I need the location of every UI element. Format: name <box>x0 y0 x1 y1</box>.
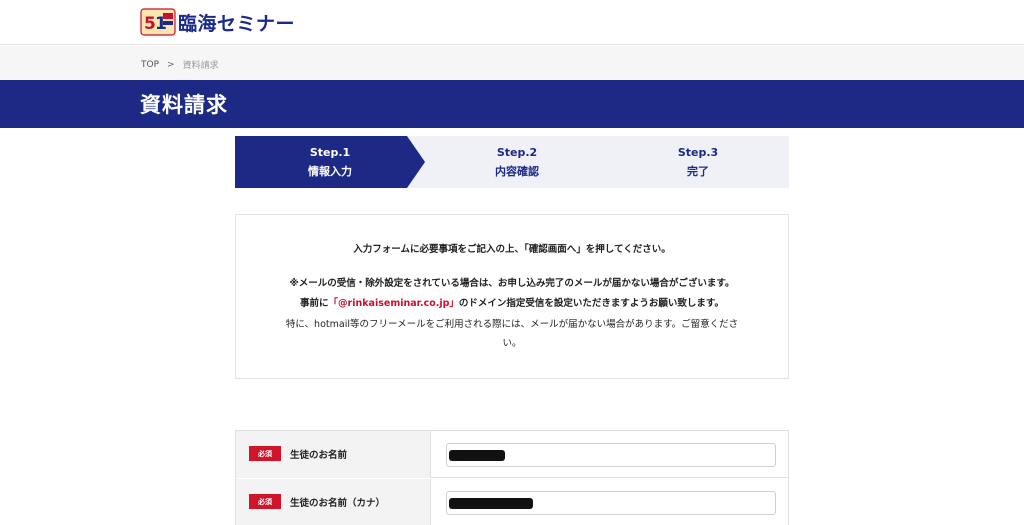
notice-instruction: 入力フォームに必要事項をご記入の上、「確認画面へ」を押してください。 <box>353 244 671 255</box>
row-label: 必須 生徒のお名前 <box>236 431 431 478</box>
required-badge: 必須 <box>249 494 281 509</box>
page-title: 資料請求 <box>140 93 228 117</box>
breadcrumb: TOP > 資料請求 <box>141 58 219 72</box>
chevron-right-icon: > <box>167 59 175 70</box>
notice-domain: 「@rinkaiseminar.co.jp」 <box>328 298 459 309</box>
student-name-input[interactable] <box>446 443 776 467</box>
site-header: 5 1 臨海セミナー <box>0 0 1024 45</box>
field-label-student-name-kana: 生徒のお名前（カナ） <box>290 498 386 509</box>
step-2-label: 内容確認 <box>495 165 539 178</box>
notice-freemail-warning-cont: い。 <box>502 338 522 349</box>
form-row-student-name-kana: 必須 生徒のお名前（カナ） <box>236 479 788 525</box>
breadcrumb-home-link[interactable]: TOP <box>141 60 159 70</box>
step-1-label: 情報入力 <box>308 165 352 178</box>
field-label-student-name: 生徒のお名前 <box>290 450 348 461</box>
page-title-band: 資料請求 <box>0 80 1024 128</box>
step-indicator: Step.1 情報入力 Step.2 内容確認 Step.3 完了 <box>235 136 789 188</box>
logo-text: 臨海セミナー <box>178 12 296 35</box>
breadcrumb-current: 資料請求 <box>182 61 219 71</box>
student-name-kana-input[interactable] <box>446 491 776 515</box>
form-row-student-name: 必須 生徒のお名前 <box>236 431 788 478</box>
anniversary-badge-icon: 5 1 <box>140 7 176 37</box>
notice-freemail-warning: 特に、hotmail等のフリーメールをご利用される際には、メールが届かない場合が… <box>285 319 739 330</box>
step-1: Step.1 情報入力 <box>235 136 425 188</box>
step-3: Step.3 完了 <box>607 136 789 188</box>
notice-domain-line: 事前に「@rinkaiseminar.co.jp」のドメイン指定受信を設定いただ… <box>236 295 788 309</box>
step-3-label: 完了 <box>687 165 709 178</box>
request-form: 必須 生徒のお名前 必須 生徒のお名前（カナ） <box>235 430 789 525</box>
notice-mail-warning: ※メールの受信・除外設定をされている場合は、お申し込み完了のメールが届かない場合… <box>289 278 735 289</box>
notice-domain-prefix: 事前に <box>300 298 329 309</box>
site-logo[interactable]: 5 1 臨海セミナー <box>140 6 295 38</box>
row-label: 必須 生徒のお名前（カナ） <box>236 479 431 525</box>
step-1-number: Step.1 <box>309 146 351 159</box>
redacted-value <box>449 498 533 509</box>
step-3-number: Step.3 <box>677 146 719 159</box>
breadcrumb-bar: TOP > 資料請求 <box>0 46 1024 80</box>
step-2-number: Step.2 <box>496 146 538 159</box>
redacted-value <box>459 454 501 460</box>
notice-domain-suffix: のドメイン指定受信を設定いただきますようお願い致します。 <box>458 298 724 309</box>
form-notice: 入力フォームに必要事項をご記入の上、「確認画面へ」を押してください。 ※メールの… <box>235 214 789 379</box>
step-2: Step.2 内容確認 <box>427 136 607 188</box>
required-badge: 必須 <box>249 446 281 461</box>
